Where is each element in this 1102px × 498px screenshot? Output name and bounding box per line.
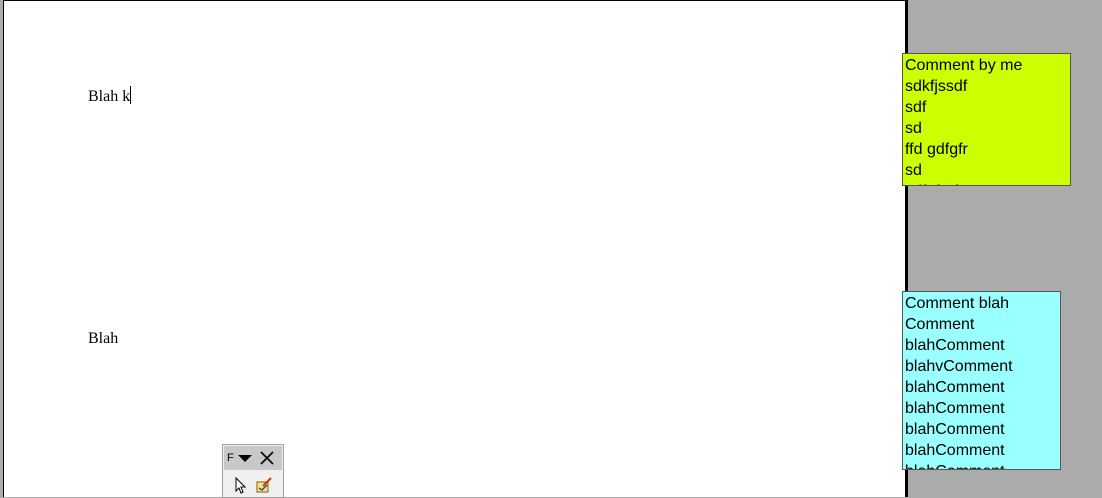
comment-2-line: blahComment	[905, 379, 1005, 396]
comment-1-line: sdf	[905, 99, 927, 116]
comment-2-line: blahComment	[905, 421, 1005, 438]
edit-points-icon[interactable]	[255, 476, 273, 494]
comment-box-2[interactable]: Comment blah Comment blahComment blahvCo…	[902, 291, 1061, 470]
comment-2-line: Comment blah	[905, 295, 1010, 312]
comment-1-line: sdkfjssdf	[905, 78, 968, 95]
comment-2-line: blahvComment	[905, 358, 1013, 375]
menu-arrow-icon[interactable]	[237, 452, 253, 464]
comment-1-line: ffd gdfgfr	[905, 141, 968, 158]
paragraph-1[interactable]: Blah k	[88, 86, 132, 106]
comment-2-line: blahComment	[905, 400, 1005, 417]
paragraph-2[interactable]: Blah	[88, 330, 118, 348]
document-page[interactable]: Blah k Blah F	[3, 0, 905, 498]
comment-2-line: blahComment	[905, 442, 1005, 459]
comment-2-line: blahComment	[905, 337, 1005, 354]
text-cursor	[130, 86, 132, 104]
toolbar-title-bar[interactable]: F	[224, 446, 282, 470]
comment-box-1[interactable]: Comment by me sdkfjssdf sdf sd ffd gdfgf…	[902, 53, 1071, 186]
close-icon[interactable]	[258, 449, 276, 467]
comment-1-line: sd	[905, 120, 922, 137]
comment-1-line: Comment by me	[905, 57, 1023, 74]
comment-1-line: sdf3fr3f	[905, 181, 1068, 185]
comment-2-line: blahComment	[905, 461, 1058, 469]
floating-toolbar[interactable]: F	[222, 444, 284, 498]
paragraph-1-text: Blah k	[88, 88, 131, 105]
comment-2-line: Comment	[905, 316, 975, 333]
toolbar-title: F	[227, 452, 234, 464]
select-pointer-icon[interactable]	[231, 476, 249, 494]
comment-1-line: sd	[905, 162, 922, 179]
